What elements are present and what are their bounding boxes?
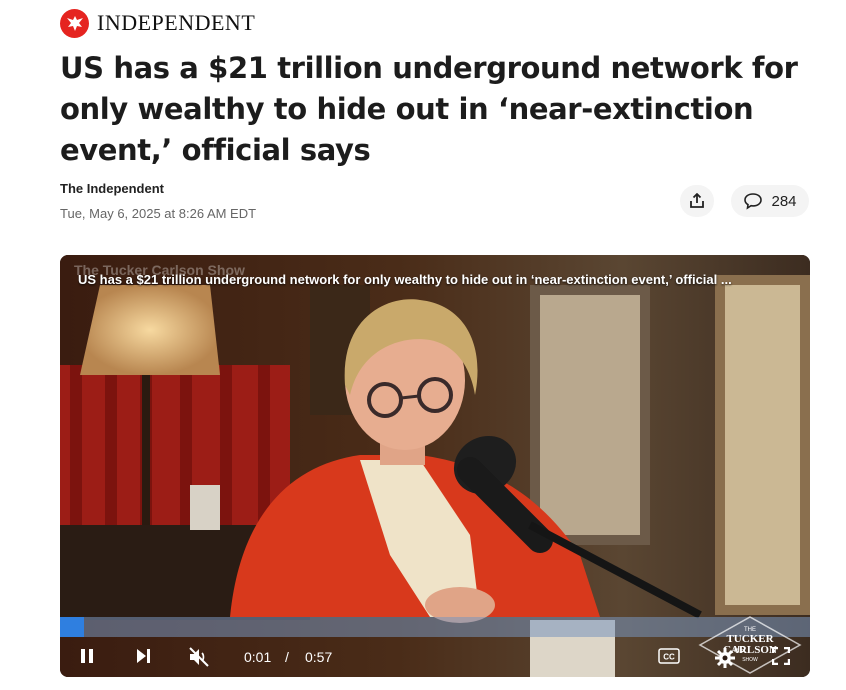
share-icon [690, 193, 704, 208]
article-headline: US has a $21 trillion underground networ… [60, 51, 798, 167]
next-button[interactable] [134, 647, 152, 665]
settings-button[interactable] [714, 647, 736, 669]
eagle-logo-icon [60, 8, 89, 38]
pause-icon [81, 649, 93, 663]
comment-icon [744, 193, 763, 210]
article-date: Tue, May 6, 2025 at 8:26 AM EDT [60, 206, 257, 221]
pause-button[interactable] [78, 647, 96, 665]
progress-fill [60, 617, 84, 637]
article-source[interactable]: The Independent [60, 181, 164, 196]
video-title[interactable]: US has a $21 trillion underground networ… [78, 272, 798, 287]
time-separator: / [285, 649, 289, 665]
svg-text:CC: CC [663, 653, 675, 662]
share-button[interactable] [680, 185, 714, 217]
video-player[interactable]: The Tucker Carlson Show US has a $21 tri… [60, 255, 810, 677]
brand[interactable]: INDEPENDENT [60, 8, 255, 38]
comment-count: 284 [771, 192, 797, 210]
next-icon [137, 649, 150, 663]
mute-icon [189, 647, 209, 667]
mute-button[interactable] [188, 647, 210, 667]
captions-icon: CC [658, 648, 680, 664]
fullscreen-icon [772, 647, 790, 665]
captions-button[interactable]: CC [658, 648, 680, 664]
current-time: 0:01 [244, 649, 272, 665]
fullscreen-button[interactable] [772, 647, 790, 665]
comments-button[interactable]: 284 [731, 185, 809, 217]
video-frame [60, 255, 810, 677]
hd-badge: HD [734, 645, 746, 654]
settings-icon [715, 648, 735, 668]
brand-name: INDEPENDENT [97, 10, 256, 35]
player-controls: 0:01 / 0:57 CC HD [60, 637, 810, 677]
duration: 0:57 [305, 649, 333, 665]
